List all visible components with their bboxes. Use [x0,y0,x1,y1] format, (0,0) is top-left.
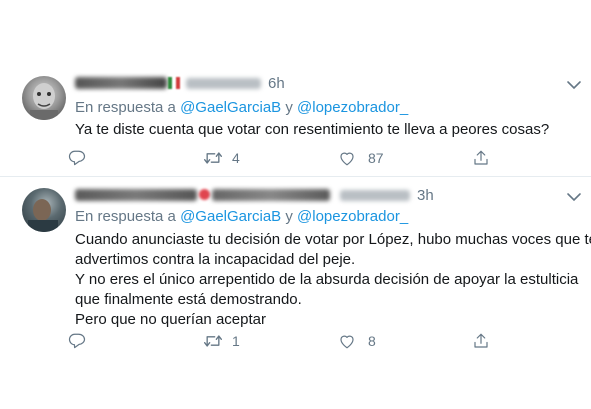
reply-button[interactable] [68,149,98,167]
tweet-text-line: Pero que no querían aceptar [75,311,266,328]
share-button[interactable] [472,149,490,167]
reply-conjunction: y [285,208,293,225]
heart-emoji [199,189,210,200]
tweet-text-line: advertimos contra la incapacidad del pej… [75,251,356,268]
reply-context: En respuesta a @GaelGarciaB y @lopezobra… [75,208,408,225]
handle-redacted[interactable] [340,190,410,201]
avatar-image [28,199,58,232]
share-icon [474,333,488,348]
share-icon [474,150,488,165]
tweet-2[interactable]: 3h En respuesta a @GaelGarciaB y @lopezo… [0,177,591,409]
flag-emoji [168,77,180,89]
reply-icon [68,150,86,166]
mention-link[interactable]: @lopezobrador_ [297,208,408,225]
like-button[interactable]: 8 [338,332,376,350]
like-icon [340,152,354,166]
tweet-text-line: que finalmente está demostrando. [75,291,302,308]
tweet-timestamp[interactable]: 6h [268,75,285,92]
retweet-count: 4 [232,150,240,166]
chevron-down-icon[interactable] [564,190,584,204]
display-name-redacted-2[interactable] [212,189,330,201]
tweet-text-line: Cuando anunciaste tu decisión de votar p… [75,231,591,248]
tweet-text: Cuando anunciaste tu decisión de votar p… [75,230,591,330]
avatar[interactable] [22,188,66,232]
retweet-icon [204,335,222,347]
mention-link[interactable]: @GaelGarciaB [180,208,281,225]
like-icon [340,335,354,349]
reply-prefix: En respuesta a [75,99,176,116]
tweet-text-line: Y no eres el único arrepentido de la abs… [75,271,579,288]
tweet-1[interactable]: 6h En respuesta a @GaelGarciaB y @lopezo… [0,0,591,176]
like-button[interactable]: 87 [338,149,384,167]
display-name-redacted[interactable] [75,77,167,89]
handle-redacted[interactable] [186,78,261,89]
avatar-image [30,83,58,120]
retweet-count: 1 [232,333,240,349]
retweet-button[interactable]: 4 [203,149,240,167]
tweet-text-line: Ya te diste cuenta que votar con resenti… [75,121,550,138]
retweet-icon [204,152,222,164]
avatar[interactable] [22,76,66,120]
chevron-down-icon[interactable] [564,78,584,92]
reply-conjunction: y [285,99,293,116]
reply-prefix: En respuesta a [75,208,176,225]
mention-link[interactable]: @lopezobrador_ [297,99,408,116]
share-button[interactable] [472,332,490,350]
reply-icon [68,333,86,349]
retweet-button[interactable]: 1 [203,332,240,350]
reply-button[interactable] [68,332,98,350]
display-name-redacted[interactable] [75,189,197,201]
tweet-timestamp[interactable]: 3h [417,187,434,204]
like-count: 8 [368,333,376,349]
like-count: 87 [368,150,384,166]
reply-context: En respuesta a @GaelGarciaB y @lopezobra… [75,99,408,116]
mention-link[interactable]: @GaelGarciaB [180,99,281,116]
tweet-text: Ya te diste cuenta que votar con resenti… [75,120,549,140]
